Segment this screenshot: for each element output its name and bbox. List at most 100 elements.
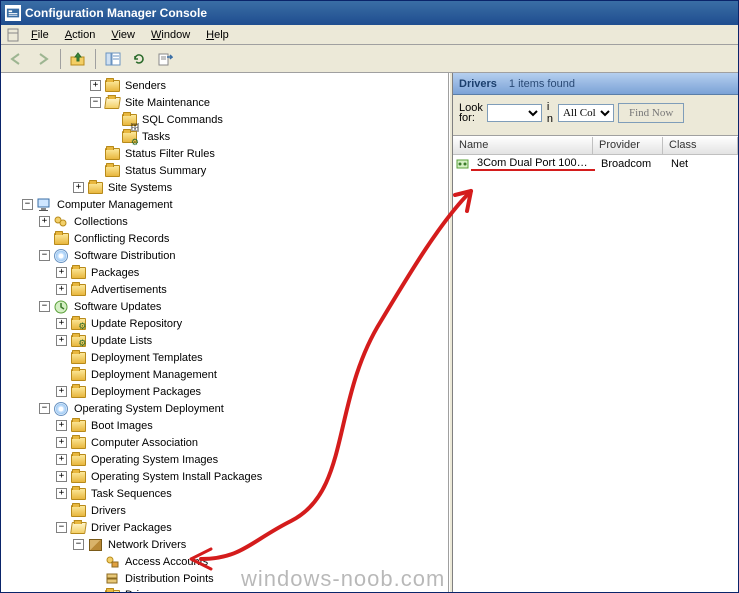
tree-node-update-repository[interactable]: +Update Repository xyxy=(56,315,448,332)
tree-node-site-maintenance[interactable]: −Site Maintenance xyxy=(90,94,448,111)
toolbar-separator xyxy=(60,49,61,69)
menu-action[interactable]: Action xyxy=(57,27,104,43)
look-for-select[interactable] xyxy=(487,104,542,122)
cell-class: Net xyxy=(665,158,738,170)
tree-node-deployment-packages[interactable]: +Deployment Packages xyxy=(56,383,448,400)
tree-node-sql-commands[interactable]: SQL Commands xyxy=(107,111,448,128)
expander-icon[interactable]: − xyxy=(90,97,101,108)
tree-pane-icon xyxy=(105,51,121,67)
tree-node-tasks[interactable]: Tasks xyxy=(107,128,448,145)
find-now-button[interactable]: Find Now xyxy=(618,103,684,123)
folder-icon xyxy=(104,78,120,94)
tree-node-network-drivers[interactable]: −Network Drivers xyxy=(73,536,448,553)
expander-icon[interactable]: + xyxy=(56,437,67,448)
tree-node-os-install-packages[interactable]: +Operating System Install Packages xyxy=(56,468,448,485)
tree: +Senders −Site Maintenance SQL Commands … xyxy=(5,77,448,592)
folder-icon xyxy=(70,384,86,400)
folder-icon xyxy=(70,452,86,468)
content-body: +Senders −Site Maintenance SQL Commands … xyxy=(1,73,738,592)
expander-icon[interactable]: + xyxy=(90,80,101,91)
expander-icon[interactable]: + xyxy=(56,488,67,499)
list-row[interactable]: 3Com Dual Port 1000-S... Broadcom Net xyxy=(453,155,738,173)
right-pane-count: 1 items found xyxy=(509,78,575,90)
expander-icon[interactable]: + xyxy=(56,420,67,431)
expander-icon[interactable]: + xyxy=(56,471,67,482)
expander-icon[interactable]: − xyxy=(56,522,67,533)
expander-icon[interactable]: + xyxy=(56,284,67,295)
right-pane-header: Drivers 1 items found xyxy=(453,73,738,95)
menu-view[interactable]: View xyxy=(103,27,143,43)
in-label: in xyxy=(546,101,554,125)
menubar: File Action View Window Help xyxy=(1,25,738,45)
expander-icon[interactable]: − xyxy=(39,403,50,414)
tree-node-drivers-sub[interactable]: Drivers xyxy=(90,587,448,592)
package-icon xyxy=(87,537,103,553)
export-list-button[interactable] xyxy=(153,48,177,70)
tree-node-software-distribution[interactable]: −Software Distribution xyxy=(39,247,448,264)
expander-icon[interactable]: − xyxy=(39,301,50,312)
menu-file[interactable]: File xyxy=(23,27,57,43)
folder-open-icon xyxy=(104,95,120,111)
menu-window[interactable]: Window xyxy=(143,27,198,43)
tree-node-osd[interactable]: −Operating System Deployment xyxy=(39,400,448,417)
tree-node-os-images[interactable]: +Operating System Images xyxy=(56,451,448,468)
arrow-left-icon xyxy=(9,52,25,66)
tree-node-deployment-management[interactable]: Deployment Management xyxy=(56,366,448,383)
tree-node-packages[interactable]: +Packages xyxy=(56,264,448,281)
expander-icon[interactable]: + xyxy=(73,182,84,193)
col-provider[interactable]: Provider xyxy=(593,137,663,154)
tree-node-software-updates[interactable]: −Software Updates xyxy=(39,298,448,315)
show-hide-tree-button[interactable] xyxy=(101,48,125,70)
disk-icon xyxy=(53,401,69,417)
expander-icon[interactable]: − xyxy=(22,199,33,210)
up-level-button[interactable] xyxy=(66,48,90,70)
col-name[interactable]: Name xyxy=(453,137,593,154)
tree-node-task-sequences[interactable]: +Task Sequences xyxy=(56,485,448,502)
menu-help[interactable]: Help xyxy=(198,27,237,43)
expander-icon[interactable]: − xyxy=(39,250,50,261)
tree-pane[interactable]: +Senders −Site Maintenance SQL Commands … xyxy=(1,73,449,592)
export-icon xyxy=(157,51,173,67)
tree-node-boot-images[interactable]: +Boot Images xyxy=(56,417,448,434)
folder-icon xyxy=(53,231,69,247)
tree-node-distribution-points[interactable]: Distribution Points xyxy=(90,570,448,587)
expander-icon[interactable]: − xyxy=(73,539,84,550)
tree-node-deployment-templates[interactable]: Deployment Templates xyxy=(56,349,448,366)
list-header: Name Provider Class xyxy=(453,137,738,155)
expander-icon[interactable]: + xyxy=(56,267,67,278)
collections-icon xyxy=(53,214,69,230)
package-folder-icon xyxy=(70,265,86,281)
search-bar: Lookfor: in All Col Find Now xyxy=(453,95,738,136)
expander-icon[interactable]: + xyxy=(56,454,67,465)
folder-icon xyxy=(70,282,86,298)
expander-icon[interactable]: + xyxy=(56,335,67,346)
tree-node-senders[interactable]: +Senders xyxy=(90,77,448,94)
tree-node-conflicting-records[interactable]: Conflicting Records xyxy=(39,230,448,247)
folder-gear-icon xyxy=(121,129,137,145)
folder-icon xyxy=(70,316,86,332)
tree-node-advertisements[interactable]: +Advertisements xyxy=(56,281,448,298)
tree-node-update-lists[interactable]: +Update Lists xyxy=(56,332,448,349)
tree-node-status-filter-rules[interactable]: Status Filter Rules xyxy=(90,145,448,162)
refresh-icon xyxy=(131,51,147,67)
expander-icon[interactable]: + xyxy=(56,318,67,329)
col-class[interactable]: Class xyxy=(663,137,738,154)
tree-node-collections[interactable]: +Collections xyxy=(39,213,448,230)
toolbar-separator xyxy=(95,49,96,69)
tree-node-status-summary[interactable]: Status Summary xyxy=(90,162,448,179)
right-pane: Drivers 1 items found Lookfor: in All Co… xyxy=(453,73,738,592)
list-pane[interactable]: Name Provider Class 3Com Dual Port 1000-… xyxy=(453,136,738,592)
in-columns-select[interactable]: All Col xyxy=(558,104,614,122)
tree-node-site-systems[interactable]: +Site Systems xyxy=(73,179,448,196)
nav-forward-button[interactable] xyxy=(31,48,55,70)
expander-icon[interactable]: + xyxy=(56,386,67,397)
tree-node-drivers[interactable]: Drivers xyxy=(56,502,448,519)
tree-node-computer-management[interactable]: −Computer Management xyxy=(22,196,448,213)
folder-icon xyxy=(104,163,120,179)
tree-node-driver-packages[interactable]: −Driver Packages xyxy=(56,519,448,536)
refresh-button[interactable] xyxy=(127,48,151,70)
tree-node-access-accounts[interactable]: Access Accounts xyxy=(90,553,448,570)
nav-back-button[interactable] xyxy=(5,48,29,70)
expander-icon[interactable]: + xyxy=(39,216,50,227)
tree-node-computer-association[interactable]: +Computer Association xyxy=(56,434,448,451)
